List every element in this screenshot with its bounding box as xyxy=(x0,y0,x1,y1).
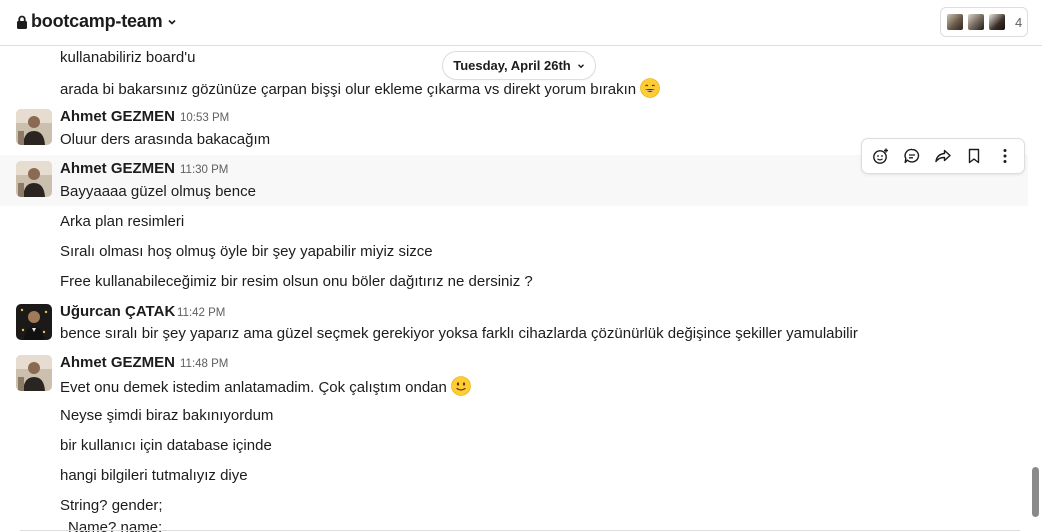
add-reaction-button[interactable] xyxy=(867,142,895,170)
lock-icon xyxy=(17,15,27,29)
message-author[interactable]: Ahmet GEZMEN xyxy=(60,354,175,371)
share-message-icon xyxy=(935,149,951,163)
more-actions-button[interactable] xyxy=(991,142,1019,170)
member-avatar xyxy=(966,12,986,32)
message-text-content: Evet onu demek istedim anlatamadim. Çok … xyxy=(60,379,447,396)
channel-name: bootcamp-team xyxy=(31,11,163,31)
chevron-down-icon xyxy=(577,63,584,68)
reply-in-thread-icon xyxy=(904,148,920,164)
composer-divider xyxy=(20,530,1020,531)
user-photo-icon xyxy=(16,161,52,197)
more-actions-icon xyxy=(1003,149,1007,163)
message-text: Sıralı olması hoş olmuş öyle bir şey yap… xyxy=(60,243,433,260)
user-photo-icon xyxy=(16,109,52,145)
message-text: Bayyaaaa güzel olmuş bence xyxy=(60,183,256,200)
members-button[interactable]: 4 xyxy=(940,7,1028,37)
user-photo-icon xyxy=(16,355,52,391)
date-divider-label: Tuesday, April 26th xyxy=(453,58,571,73)
message-author[interactable]: Ahmet GEZMEN xyxy=(60,160,175,177)
message-text-content: arada bi bakarsınız gözünüze çarpan bişş… xyxy=(60,81,637,98)
message-timestamp[interactable]: 11:48 PM xyxy=(180,358,228,370)
message-text: bence sıralı bir şey yaparız ama güzel s… xyxy=(60,325,858,342)
message-text: Evet onu demek istedim anlatamadim. Çok … xyxy=(60,376,471,398)
message-text: kullanabiliriz board'u xyxy=(60,49,196,66)
message-actions-toolbar xyxy=(861,138,1025,174)
channel-name-button[interactable]: bootcamp-team xyxy=(16,11,177,32)
scrollbar-thumb[interactable] xyxy=(1032,467,1039,517)
message-text: arada bi bakarsınız gözünüze çarpan bişş… xyxy=(60,78,660,100)
chevron-down-icon xyxy=(168,19,176,25)
grinning-face-icon xyxy=(640,78,660,98)
reply-in-thread-button[interactable] xyxy=(898,142,926,170)
message-author[interactable]: Uğurcan ÇATAK xyxy=(60,303,175,320)
message-text: Free kullanabileceğimiz bir resim olsun … xyxy=(60,273,533,290)
scrollbar-track[interactable] xyxy=(1030,46,1042,532)
member-avatar xyxy=(945,12,965,32)
message-timestamp[interactable]: 10:53 PM xyxy=(180,112,229,124)
message-timestamp[interactable]: 11:30 PM xyxy=(180,164,228,176)
avatar[interactable] xyxy=(16,161,52,197)
message-author[interactable]: Ahmet GEZMEN xyxy=(60,108,175,125)
save-for-later-icon xyxy=(968,148,979,164)
save-for-later-button[interactable] xyxy=(960,142,988,170)
channel-header: bootcamp-team 4 xyxy=(0,0,1042,46)
add-reaction-icon xyxy=(873,148,889,164)
message-text: bir kullanıcı için database içinde xyxy=(60,437,272,454)
slightly-smiling-face-icon xyxy=(451,376,471,396)
message-text: Arka plan resimleri xyxy=(60,213,185,230)
avatar[interactable] xyxy=(16,304,52,340)
share-message-button[interactable] xyxy=(929,142,957,170)
avatar[interactable] xyxy=(16,355,52,391)
user-photo-icon xyxy=(16,304,52,340)
date-divider-button[interactable]: Tuesday, April 26th xyxy=(442,51,596,80)
message-text: Neyse şimdi biraz bakınıyordum xyxy=(60,407,274,424)
message-text: hangi bilgileri tutmalıyız diye xyxy=(60,467,248,484)
message-timestamp[interactable]: 11:42 PM xyxy=(177,307,225,319)
member-avatar xyxy=(987,12,1007,32)
message-text: Oluur ders arasında bakacağım xyxy=(60,131,271,148)
avatar[interactable] xyxy=(16,109,52,145)
message-text: String? gender; xyxy=(60,497,163,514)
member-count: 4 xyxy=(1015,14,1023,30)
